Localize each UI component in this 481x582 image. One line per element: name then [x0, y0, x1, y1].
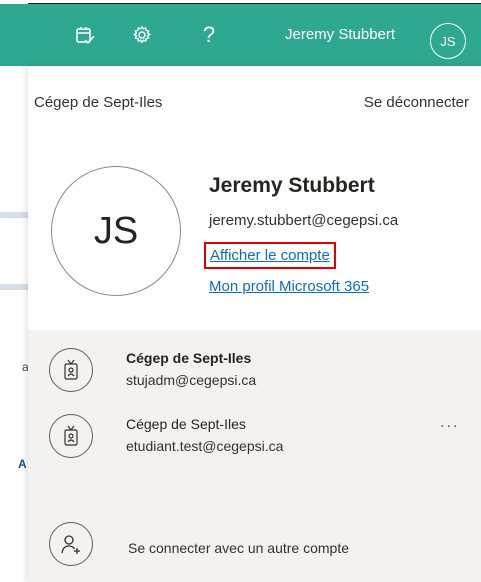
- gear-icon[interactable]: [129, 4, 155, 66]
- m365-profile-link[interactable]: Mon profil Microsoft 365: [209, 278, 369, 295]
- task-check-icon[interactable]: [72, 4, 98, 66]
- avatar: JS: [51, 166, 181, 296]
- other-accounts-list: Cégep de Sept-Iles stujadm@cegepsi.ca Cé…: [28, 330, 481, 582]
- account-flyout: Cégep de Sept-Iles Se déconnecter JS Jer…: [28, 66, 481, 582]
- account-email: jeremy.stubbert@cegepsi.ca: [209, 212, 399, 229]
- badge-icon: [49, 414, 93, 458]
- account-email: stujadm@cegepsi.ca: [126, 372, 257, 388]
- top-bar: ? Jeremy Stubbert JS: [28, 4, 481, 66]
- background-header: [0, 4, 28, 66]
- sign-out-link[interactable]: Se déconnecter: [364, 94, 469, 111]
- background-fragment: [0, 212, 28, 218]
- account-org: Cégep de Sept-Iles: [126, 416, 246, 432]
- organization-name: Cégep de Sept-Iles: [34, 94, 163, 111]
- background-text-fragment: A: [18, 457, 27, 471]
- account-org: Cégep de Sept-Iles: [126, 350, 252, 366]
- account-email: etudiant.test@cegepsi.ca: [126, 438, 284, 454]
- background-page: a A: [0, 0, 29, 582]
- more-options-button[interactable]: ...: [440, 414, 459, 432]
- header-user-name[interactable]: Jeremy Stubbert: [285, 4, 395, 66]
- badge-icon: [49, 348, 93, 392]
- help-icon[interactable]: ?: [198, 4, 220, 66]
- account-name: Jeremy Stubbert: [209, 174, 375, 197]
- add-person-icon: [49, 522, 93, 566]
- add-account-label: Se connecter avec un autre compte: [128, 540, 350, 556]
- background-fragment: [0, 284, 28, 290]
- view-account-link[interactable]: Afficher le compte: [204, 242, 336, 269]
- header-avatar[interactable]: JS: [430, 23, 466, 59]
